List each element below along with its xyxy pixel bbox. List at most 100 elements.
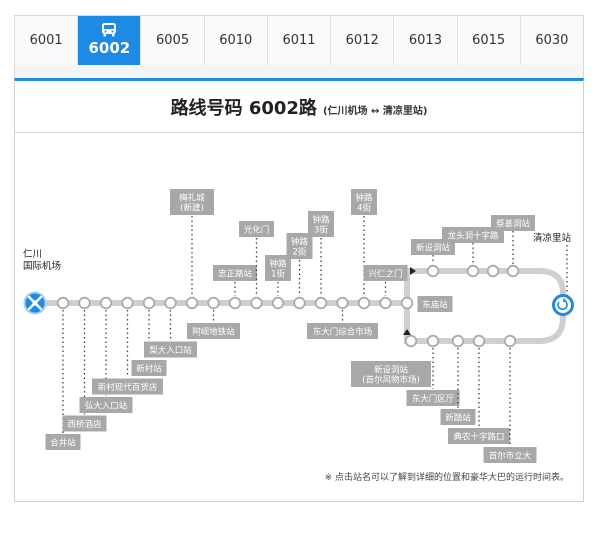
stop-label-text: 新踏站 bbox=[445, 413, 471, 424]
stop-label-text: (新建) bbox=[180, 203, 204, 214]
stop-label-text: 新村现代百货店 bbox=[98, 382, 158, 393]
stop-label-text: 阿岘地铁站 bbox=[192, 327, 235, 338]
stop-node[interactable] bbox=[426, 334, 440, 348]
stop-node[interactable] bbox=[164, 296, 177, 310]
stop-label[interactable]: 梨大入口站 bbox=[144, 341, 197, 358]
airport-icon[interactable] bbox=[23, 291, 47, 315]
stop-node[interactable] bbox=[472, 334, 486, 348]
stop-label-text: 典农十字路口 bbox=[453, 432, 504, 443]
stop-label-text: 新设洞站 bbox=[416, 243, 451, 254]
stop-label-text: 钟路 bbox=[312, 215, 330, 226]
stop-label-text: 西桥酒店 bbox=[67, 419, 102, 430]
stop-label[interactable]: 合井站 bbox=[45, 434, 81, 450]
tab-label: 6001 bbox=[29, 33, 63, 48]
stop-label[interactable]: 首尔市立大 bbox=[483, 447, 537, 463]
end-terminal-label[interactable]: 清凉里站 bbox=[533, 232, 572, 244]
stop-node[interactable] bbox=[56, 296, 70, 310]
stop-node[interactable] bbox=[404, 334, 418, 348]
stop-node[interactable] bbox=[78, 296, 91, 310]
stop-label-text: 梨大入口站 bbox=[149, 345, 192, 356]
stop-node[interactable] bbox=[466, 264, 480, 278]
stop-node[interactable] bbox=[336, 296, 349, 310]
stop-node[interactable] bbox=[503, 334, 517, 348]
stop-label[interactable]: 新村现代百货店 bbox=[92, 378, 163, 395]
route-tabs: 6001 6002 6005 6010 6011 6012 6013 6015 … bbox=[14, 15, 584, 72]
stop-label-text: 3街 bbox=[314, 225, 328, 236]
stop-node[interactable] bbox=[426, 264, 440, 278]
footer-note: ※ 点击站名可以了解到详细的位置和豪华大巴的运行时间表。 bbox=[324, 473, 569, 483]
stop-label[interactable]: 东大门区厅 bbox=[406, 390, 460, 406]
tab-label: 6012 bbox=[345, 33, 379, 48]
start-terminal-label[interactable]: 仁川 bbox=[23, 248, 42, 260]
stop-label[interactable]: 忠正路站 bbox=[213, 265, 257, 281]
stop-label-text: 龙头洞十字路 bbox=[447, 231, 499, 242]
stop-label-text: 合井站 bbox=[50, 438, 76, 449]
stop-node[interactable] bbox=[451, 334, 465, 348]
stop-label-text: 钟路 bbox=[355, 193, 373, 204]
stop-node[interactable] bbox=[207, 296, 220, 310]
stop-node[interactable] bbox=[400, 296, 414, 310]
stop-label-text: 新村站 bbox=[136, 364, 162, 375]
tab-label: 6011 bbox=[282, 33, 316, 48]
stop-label-text: 弘大入口站 bbox=[85, 401, 128, 412]
tab-6012[interactable]: 6012 bbox=[331, 16, 395, 65]
stop-label-text: 祭基洞站 bbox=[496, 219, 531, 230]
stop-label[interactable]: 钟路4街 bbox=[351, 189, 377, 215]
stop-label-text: 新设洞站 bbox=[374, 365, 409, 376]
stop-label[interactable]: 弘大入口站 bbox=[79, 397, 133, 413]
tab-6005[interactable]: 6005 bbox=[141, 16, 205, 65]
stop-node[interactable] bbox=[357, 296, 371, 310]
stop-label-text: 东庙站 bbox=[422, 300, 448, 311]
route-panel: 路线号码 6002路 (仁川机场 ↔ 清凉里站) 仁川 国际机场 合井站 西桥酒店 弘大… bbox=[14, 78, 584, 502]
tab-6002[interactable]: 6002 bbox=[78, 16, 142, 72]
stop-label-text: 梅礼城 bbox=[179, 193, 205, 204]
tab-label: 6013 bbox=[408, 33, 442, 48]
start-terminal-label[interactable]: 国际机场 bbox=[23, 260, 61, 272]
stop-node[interactable] bbox=[271, 296, 285, 310]
tab-6001[interactable]: 6001 bbox=[15, 16, 79, 65]
stop-label[interactable]: 光化门 bbox=[239, 221, 274, 237]
stop-label[interactable]: 典农十字路口 bbox=[448, 428, 510, 444]
stop-label-text: 首尔市立大 bbox=[489, 451, 532, 462]
stop-label[interactable]: 阿岘地铁站 bbox=[187, 323, 240, 339]
stop-label[interactable]: 东大门综合市场 bbox=[307, 323, 378, 339]
stop-label[interactable]: 西桥酒店 bbox=[62, 415, 107, 432]
stop-label-text: 光化门 bbox=[244, 225, 270, 236]
stop-node[interactable] bbox=[250, 296, 263, 310]
tab-6013[interactable]: 6013 bbox=[394, 16, 458, 65]
stop-label-text: 4街 bbox=[357, 203, 371, 214]
stop-node[interactable] bbox=[506, 264, 520, 278]
stop-label[interactable]: 梅礼城(新建) bbox=[170, 189, 214, 215]
tab-label: 6002 bbox=[88, 39, 131, 57]
stop-node[interactable] bbox=[379, 296, 392, 310]
stop-label-text: 2街 bbox=[293, 247, 307, 258]
tab-6010[interactable]: 6010 bbox=[205, 16, 268, 65]
stop-node[interactable] bbox=[99, 296, 113, 310]
return-icon[interactable] bbox=[552, 294, 574, 316]
tab-label: 6030 bbox=[535, 33, 569, 48]
stop-node[interactable] bbox=[314, 296, 328, 310]
stop-node[interactable] bbox=[486, 264, 500, 278]
stop-label[interactable]: 新设洞站(首尔风物市场) bbox=[351, 361, 431, 387]
stop-node[interactable] bbox=[293, 296, 306, 310]
tab-6011[interactable]: 6011 bbox=[268, 16, 332, 65]
stop-label[interactable]: 兴仁之门 bbox=[363, 265, 408, 281]
stop-label[interactable]: 新踏站 bbox=[440, 409, 476, 425]
stop-label[interactable]: 新村站 bbox=[131, 360, 167, 376]
stop-label-text: 钟路 bbox=[291, 237, 309, 248]
bus-icon bbox=[102, 23, 117, 37]
stop-node[interactable] bbox=[142, 296, 156, 310]
tab-label: 6005 bbox=[156, 33, 190, 48]
stop-node[interactable] bbox=[121, 296, 134, 310]
tab-6015[interactable]: 6015 bbox=[458, 16, 521, 65]
stop-label[interactable]: 东庙站 bbox=[417, 296, 453, 312]
stop-label[interactable]: 钟路3街 bbox=[308, 211, 334, 237]
stop-label[interactable]: 祭基洞站 bbox=[491, 215, 535, 231]
stop-label-text: 东大门综合市场 bbox=[313, 327, 373, 338]
stop-node[interactable] bbox=[228, 296, 242, 310]
stop-node[interactable] bbox=[185, 296, 199, 310]
tab-6030[interactable]: 6030 bbox=[521, 16, 583, 65]
tab-label: 6010 bbox=[219, 33, 253, 48]
stop-label-text: 1街 bbox=[271, 269, 285, 280]
stop-label-text: 钟路 bbox=[269, 259, 287, 270]
